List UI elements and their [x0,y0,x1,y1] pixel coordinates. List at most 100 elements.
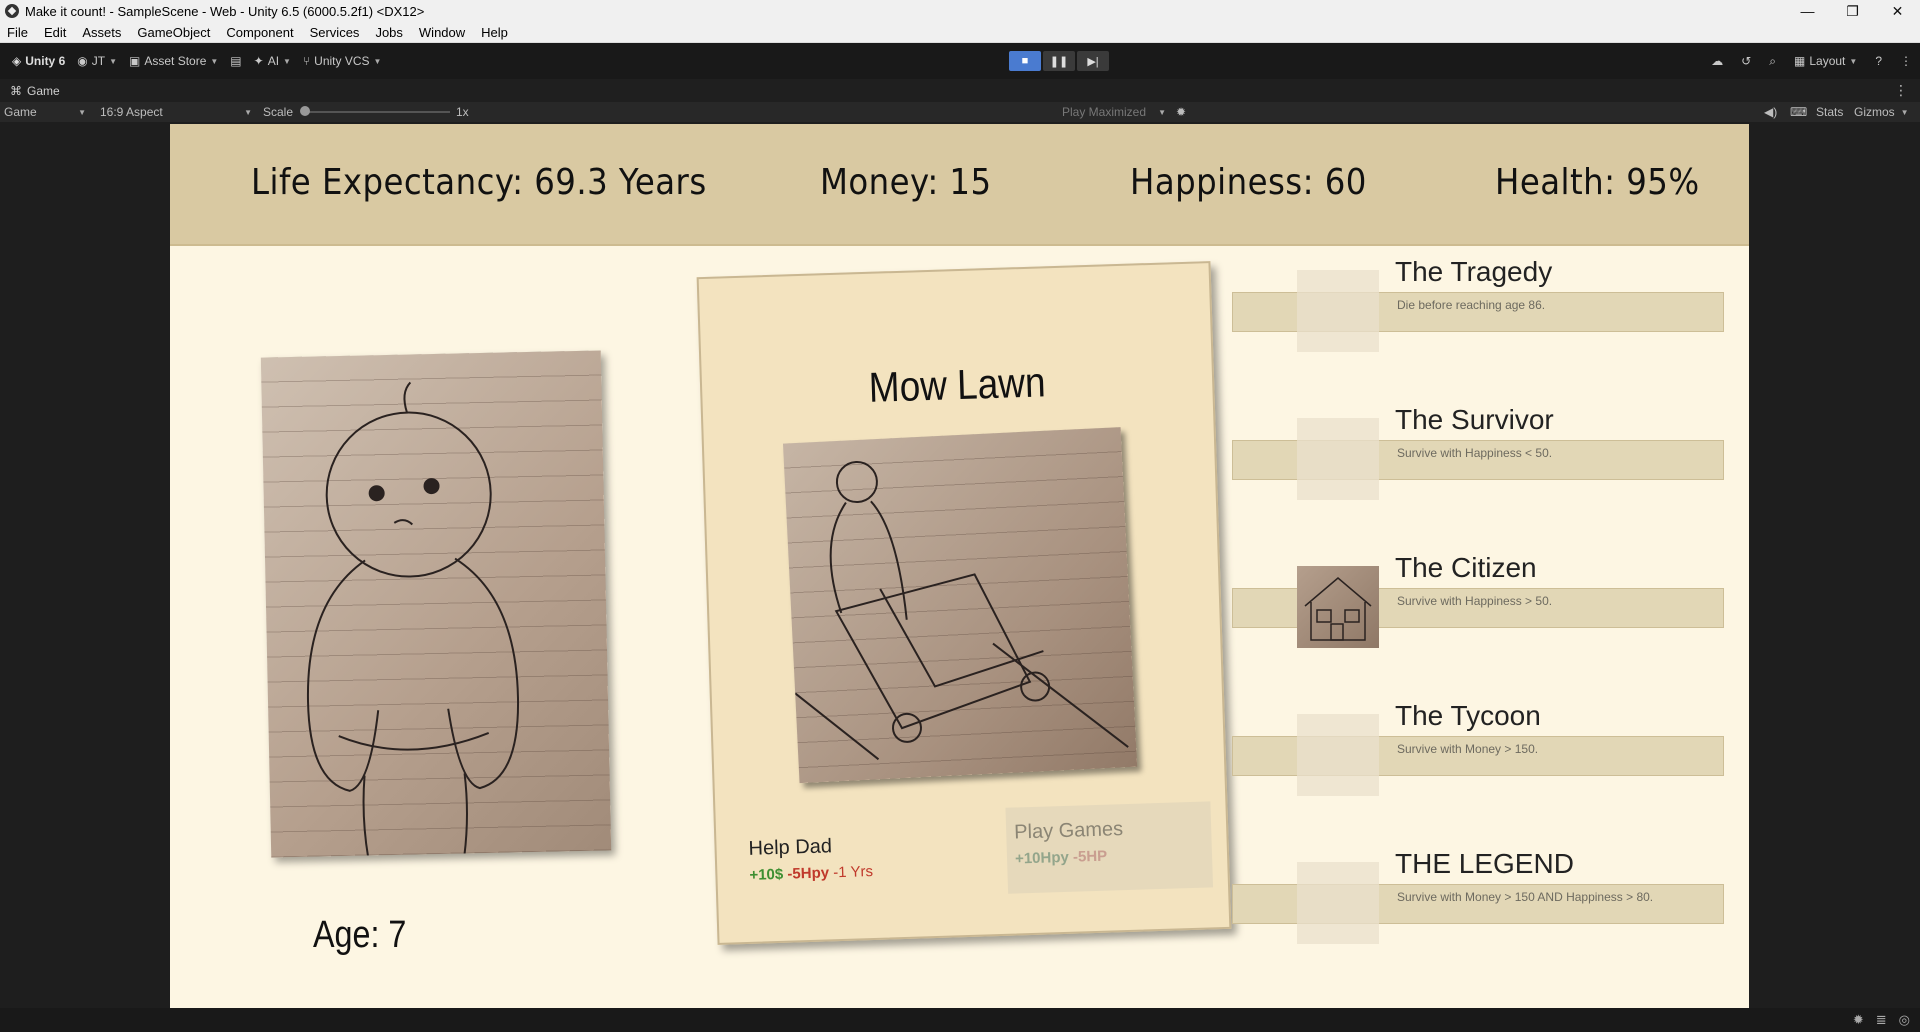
menu-file[interactable]: File [0,25,36,40]
layers-icon[interactable]: ≣ [1876,1012,1887,1028]
chevron-down-icon: ▼ [1900,107,1909,117]
keyboard-icon[interactable]: ⌨ [1790,104,1807,120]
status-icons: ✹ ≣ ◎ [1853,1012,1910,1028]
achievement-the-tycoon: The Tycoon Survive with Money > 150. [1232,700,1726,804]
achievement-the-survivor: The Survivor Survive with Happiness < 50… [1232,404,1726,508]
menu-jobs[interactable]: Jobs [367,25,410,40]
search-icon[interactable]: ⌕ [1769,54,1776,69]
happiness-stat: Happiness: 60 [1130,162,1367,203]
chevron-down-icon: ▼ [78,107,86,117]
play-mode-label: Play Maximized [1062,105,1147,119]
menu-component[interactable]: Component [218,25,301,40]
choice-right-title: Play Games [1013,818,1124,844]
menu-edit[interactable]: Edit [36,25,74,40]
gizmos-dropdown[interactable]: Gizmos ▼ [1854,104,1909,120]
effect-money: +10$ [749,865,784,884]
minimize-button[interactable]: — [1785,0,1830,22]
maximize-button[interactable]: ❐ [1830,0,1875,22]
display-label: Game [4,105,37,119]
event-card[interactable]: Mow Lawn Help Dad +10$ -5Hpy -1 Yrs Play… [696,261,1232,945]
lawnmower-sketch [794,461,1129,761]
vcs-dropdown[interactable]: ⑂ Unity VCS ▼ [303,54,381,68]
effect-happiness: +10Hpy [1014,848,1070,868]
menu-assets[interactable]: Assets [74,25,129,40]
chevron-down-icon: ▼ [283,56,291,66]
unity-logo-icon: ◈ [12,54,22,68]
tab-game-label: Game [27,83,60,98]
menu-window[interactable]: Window [411,25,473,40]
tab-options-icon[interactable]: ⋮ [1894,82,1908,99]
asset-store-dropdown[interactable]: ▣ Asset Store ▼ [129,54,218,68]
asset-store-label: Asset Store [144,54,207,68]
scale-slider-handle[interactable] [300,106,310,116]
pause-button[interactable]: ❚❚ [1043,51,1075,71]
effect-years: -1 Yrs [832,862,874,882]
ai-dropdown[interactable]: ✦ AI ▼ [254,54,291,68]
kebab-menu-icon[interactable]: ⋮ [1900,54,1912,68]
window-titlebar: Make it count! - SampleScene - Web - Uni… [0,0,1920,22]
chevron-down-icon: ▼ [210,56,219,66]
achievement-title: The Survivor [1395,404,1554,435]
vcs-label: Unity VCS [314,54,370,68]
window-title: Make it count! - SampleScene - Web - Uni… [25,3,425,19]
achievement-title: The Citizen [1395,552,1537,583]
play-button[interactable]: ■ [1009,51,1041,71]
choice-left-effects: +10$ -5Hpy -1 Yrs [749,863,873,884]
check-circle-icon[interactable]: ◎ [1899,1012,1910,1028]
pause-icon: ❚❚ [1049,55,1069,68]
choice-help-dad[interactable]: Help Dad +10$ -5Hpy -1 Yrs [748,834,873,884]
chevron-down-icon: ▼ [373,56,382,66]
bug-icon[interactable]: ✹ [1853,1012,1864,1028]
unity-home-button[interactable]: ◈ Unity 6 [12,54,65,68]
display-dropdown[interactable]: Game ▼ [4,104,86,120]
status-bar: ✹ ≣ ◎ [0,1008,1920,1032]
close-button[interactable]: ✕ [1875,0,1920,22]
history-icon[interactable]: ↺ [1741,54,1751,68]
game-canvas: Life Expectancy: 69.3 Years Money: 15 Ha… [170,124,1749,1008]
step-button[interactable]: ▶| [1077,51,1109,71]
main-toolbar: ◈ Unity 6 ◉ JT ▼ ▣ Asset Store ▼ ▤ ✦ AI … [0,43,1920,79]
window-controls: — ❐ ✕ [1785,0,1920,22]
scale-label: Scale [263,105,294,119]
game-view-toolbar: Game ▼ 16:9 Aspect ▼ Scale 1x Play Maxim… [0,102,1920,122]
gamepad-icon: ⌘ [10,83,22,98]
scale-slider-track[interactable] [306,111,450,113]
achievement-title: The Tragedy [1395,256,1553,287]
chevron-down-icon: ▼ [244,107,252,117]
money-stat: Money: 15 [820,162,992,203]
tab-game[interactable]: ⌘ Game [10,84,60,98]
package-icon: ▤ [230,54,242,68]
achievement-title: The Tycoon [1395,700,1541,731]
achievement-the-legend: THE LEGEND Survive with Money > 150 AND … [1232,848,1726,952]
step-icon: ▶| [1087,55,1099,68]
stats-button[interactable]: Stats [1816,104,1843,120]
menu-gameobject[interactable]: GameObject [129,25,218,40]
layout-dropdown[interactable]: ▦ Layout ▼ [1794,54,1857,68]
menu-help[interactable]: Help [473,25,516,40]
achievement-desc: Die before reaching age 86. [1397,298,1546,312]
achievement-desc: Survive with Money > 150. [1397,742,1539,756]
life-expectancy-stat: Life Expectancy: 69.3 Years [251,162,707,203]
choice-play-games[interactable]: Play Games +10Hpy -5HP [1005,801,1214,894]
age-label: Age: 7 [313,914,407,956]
help-icon[interactable]: ? [1875,54,1882,68]
package-button[interactable]: ▤ [230,54,241,68]
stop-icon: ■ [1021,55,1029,67]
health-stat: Health: 95% [1495,162,1700,203]
account-dropdown[interactable]: ◉ JT ▼ [77,54,117,68]
achievement-desc: Survive with Happiness < 50. [1397,446,1553,460]
aspect-dropdown[interactable]: 16:9 Aspect ▼ [100,104,252,120]
achievement-the-tragedy: The Tragedy Die before reaching age 86. [1232,256,1726,360]
unity-icon [5,4,19,18]
character-sketch [307,381,519,858]
event-card-image [782,427,1138,784]
sparkle-icon: ✦ [253,54,264,68]
cloud-icon[interactable]: ☁ [1711,54,1723,68]
audio-icon[interactable]: ◀) [1764,104,1777,120]
skull-icon [1297,270,1379,352]
layout-label: Layout [1809,54,1846,68]
menu-services[interactable]: Services [302,25,368,40]
play-mode-dropdown[interactable]: Play Maximized ▼ [1062,104,1166,120]
bug-icon[interactable]: ✹ [1176,104,1186,120]
shopping-bag-icon: ▣ [129,54,141,68]
